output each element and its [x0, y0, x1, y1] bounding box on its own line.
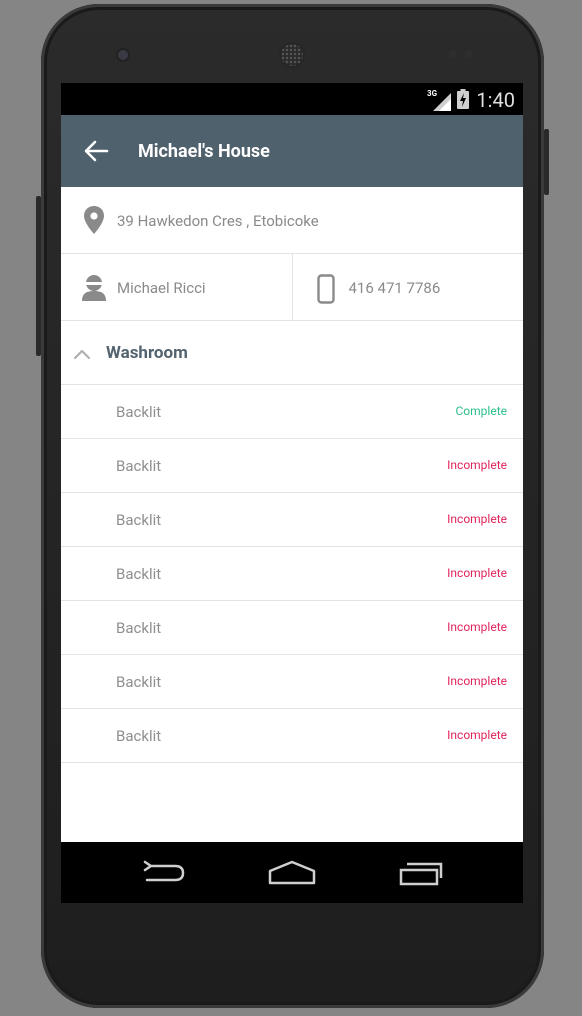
volume-button: [36, 196, 41, 356]
list-item[interactable]: Backlit Incomplete: [61, 655, 523, 709]
item-name: Backlit: [116, 565, 162, 583]
app-toolbar: Michael's House: [61, 115, 523, 187]
item-name: Backlit: [116, 727, 162, 745]
status-badge: Complete: [455, 404, 508, 418]
status-icons: 3G: [427, 89, 469, 113]
section-header[interactable]: Washroom: [61, 321, 523, 385]
signal-icon: 3G: [427, 89, 451, 111]
status-badge: Incomplete: [447, 620, 507, 634]
item-name: Backlit: [116, 673, 162, 691]
network-type: 3G: [427, 89, 438, 98]
status-badge: Incomplete: [447, 512, 507, 526]
clock: 1:40: [476, 88, 515, 112]
power-button: [544, 129, 549, 195]
list-item[interactable]: Backlit Incomplete: [61, 547, 523, 601]
address-text: 39 Hawkedon Cres , Etobicoke: [117, 212, 319, 230]
section-label: Washroom: [106, 343, 188, 363]
list-item[interactable]: Backlit Incomplete: [61, 601, 523, 655]
back-button[interactable]: [83, 139, 109, 163]
system-nav-bar: [61, 842, 523, 903]
contact-phone: 416 471 7786: [348, 279, 441, 297]
address-row[interactable]: 39 Hawkedon Cres , Etobicoke: [61, 187, 523, 254]
item-name: Backlit: [116, 457, 162, 475]
earpiece-speaker: [281, 44, 303, 66]
status-badge: Incomplete: [447, 674, 507, 688]
contact-phone-cell[interactable]: 416 471 7786: [293, 254, 524, 320]
nav-home-icon[interactable]: [267, 858, 317, 892]
contact-name: Michael Ricci: [117, 279, 206, 297]
location-pin-icon: [83, 205, 105, 239]
chevron-up-icon[interactable]: [73, 345, 91, 364]
nav-recents-icon[interactable]: [397, 858, 445, 892]
item-name: Backlit: [116, 619, 162, 637]
status-badge: Incomplete: [447, 566, 507, 580]
contact-name-cell[interactable]: Michael Ricci: [61, 254, 293, 320]
app-screen: 3G 1:40 Michael's House 39 Hawkedon Cres…: [61, 83, 523, 903]
battery-icon: [457, 89, 469, 113]
list-item[interactable]: Backlit Complete: [61, 385, 523, 439]
status-badge: Incomplete: [447, 458, 507, 472]
arrow-back-icon: [84, 140, 109, 162]
contact-row: Michael Ricci 416 471 7786: [61, 254, 523, 321]
status-badge: Incomplete: [447, 728, 507, 742]
list-item[interactable]: Backlit Incomplete: [61, 439, 523, 493]
person-icon: [81, 274, 107, 306]
page-title: Michael's House: [138, 141, 270, 162]
item-name: Backlit: [116, 511, 162, 529]
status-bar: 3G 1:40: [61, 83, 523, 115]
nav-back-icon[interactable]: [141, 858, 187, 892]
smartphone-icon: [316, 274, 335, 308]
front-camera: [118, 50, 128, 60]
list-item[interactable]: Backlit Incomplete: [61, 493, 523, 547]
item-name: Backlit: [116, 403, 162, 421]
proximity-sensor: [449, 50, 457, 58]
light-sensor: [465, 50, 473, 58]
list-item[interactable]: Backlit Incomplete: [61, 709, 523, 763]
